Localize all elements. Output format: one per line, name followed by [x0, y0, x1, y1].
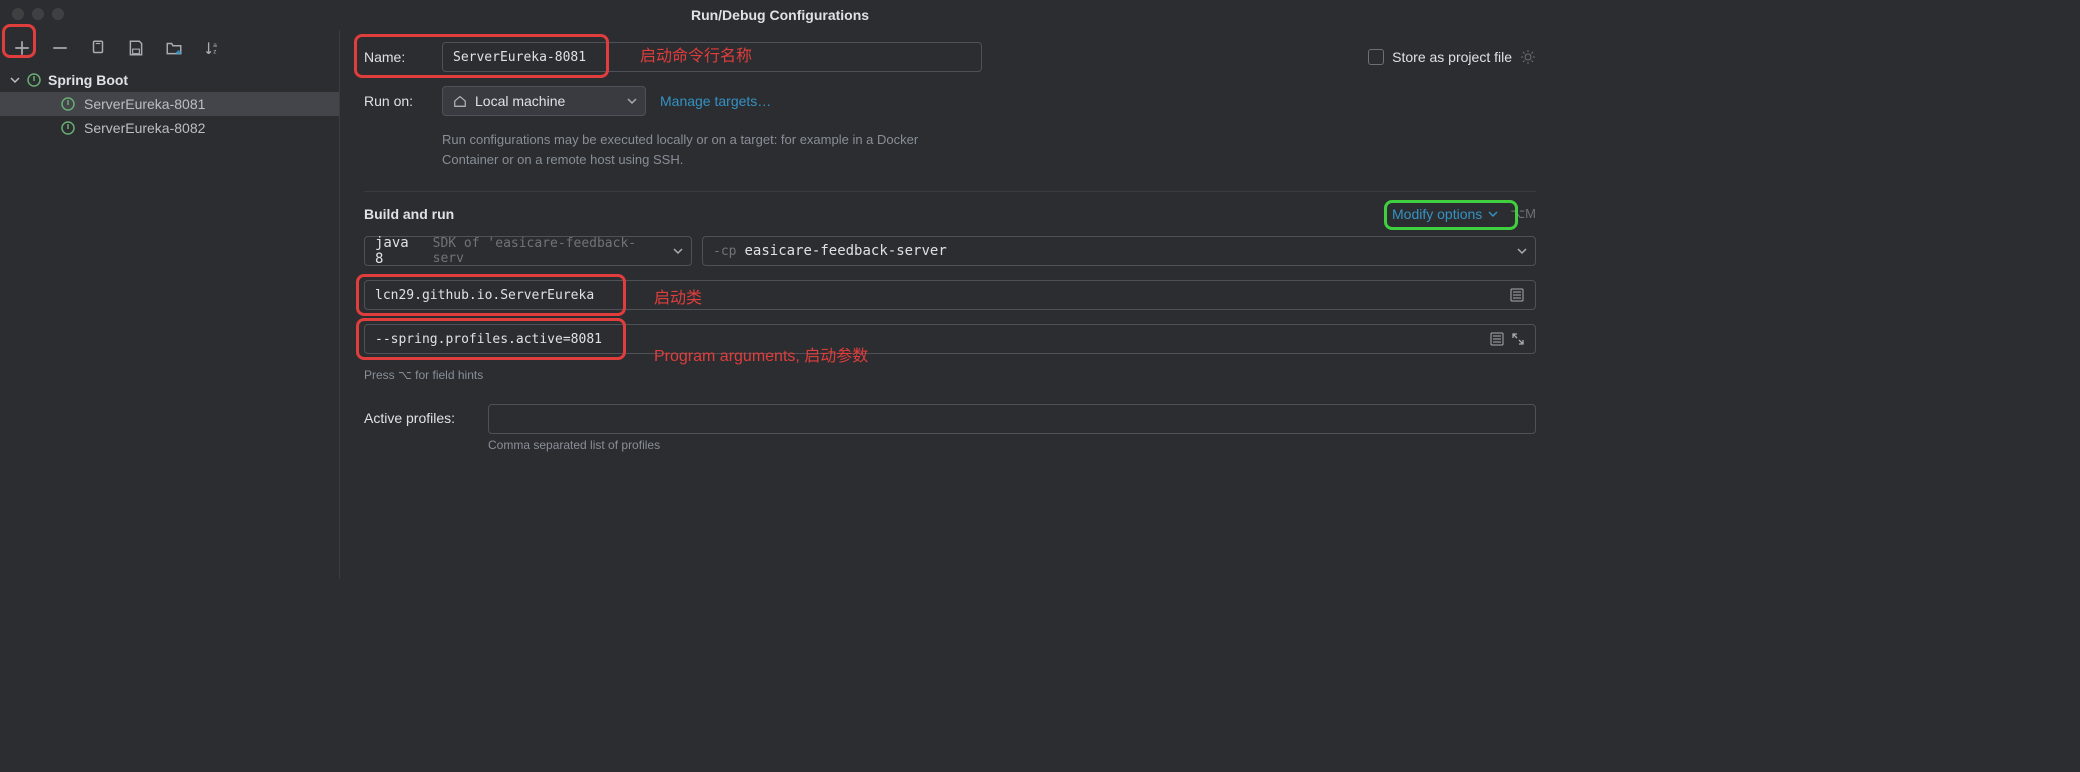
expand-icon[interactable]: [1511, 332, 1525, 346]
store-as-checkbox[interactable]: [1368, 49, 1384, 65]
new-folder-button[interactable]: [162, 36, 186, 60]
jdk-classpath-row: java 8 SDK of 'easicare-feedback-serv -c…: [364, 236, 1536, 266]
spring-boot-icon: [26, 72, 42, 88]
plus-icon: [13, 39, 31, 57]
sidebar-toolbar: az: [0, 30, 339, 66]
program-args-row: Program arguments, 启动参数: [364, 324, 1536, 354]
config-tree: Spring Boot ServerEureka-8081 ServerEure…: [0, 66, 339, 142]
build-run-header: Build and run Modify options ⌥M: [364, 206, 1536, 222]
list-icon[interactable]: [1509, 287, 1525, 303]
spring-boot-icon: [60, 120, 76, 136]
chevron-down-icon: [627, 96, 637, 106]
content-body: az Spring Boot ServerEureka-80: [0, 30, 1560, 579]
chevron-down-icon: [1517, 246, 1527, 256]
run-on-dropdown[interactable]: Local machine: [442, 86, 646, 116]
run-on-hint: Run configurations may be executed local…: [442, 130, 962, 169]
active-profiles-label: Active profiles:: [364, 404, 474, 426]
jdk-dropdown[interactable]: java 8 SDK of 'easicare-feedback-serv: [364, 236, 692, 266]
store-as-label: Store as project file: [1392, 49, 1512, 65]
sidebar: az Spring Boot ServerEureka-80: [0, 30, 340, 579]
modify-options-shortcut: ⌥M: [1510, 206, 1536, 222]
main-class-field-wrapper: [364, 280, 1536, 310]
jdk-value: java 8: [375, 235, 425, 267]
field-hint: Press ⌥ for field hints: [364, 368, 1536, 382]
close-window-button[interactable]: [12, 8, 24, 20]
save-icon: [127, 39, 145, 57]
tree-item-servereureka-8081[interactable]: ServerEureka-8081: [0, 92, 339, 116]
window-title: Run/Debug Configurations: [691, 7, 869, 23]
tree-item-label: ServerEureka-8081: [84, 96, 205, 112]
spring-boot-icon: [60, 96, 76, 112]
main-class-row: 启动类: [364, 280, 1536, 310]
copy-icon: [89, 39, 107, 57]
chevron-down-icon: [1488, 209, 1498, 219]
divider: [364, 191, 1536, 192]
tree-item-servereureka-8082[interactable]: ServerEureka-8082: [0, 116, 339, 140]
manage-targets-link[interactable]: Manage targets…: [660, 93, 771, 109]
modify-options-area: Modify options ⌥M: [1392, 206, 1536, 222]
active-profiles-hint: Comma separated list of profiles: [488, 438, 1536, 452]
titlebar: Run/Debug Configurations: [0, 0, 1560, 30]
cp-prefix: -cp: [713, 244, 736, 259]
maximize-window-button[interactable]: [52, 8, 64, 20]
remove-config-button[interactable]: [48, 36, 72, 60]
build-run-title: Build and run: [364, 206, 454, 222]
name-row: Name: Store as project file 启动命令行名称: [364, 42, 1536, 72]
active-profiles-col: Comma separated list of profiles: [488, 404, 1536, 452]
active-profiles-input[interactable]: [488, 404, 1536, 434]
tree-group-spring-boot[interactable]: Spring Boot: [0, 68, 339, 92]
gear-icon[interactable]: [1520, 49, 1536, 65]
run-on-value: Local machine: [475, 93, 565, 109]
run-on-row: Run on: Local machine Manage targets…: [364, 86, 1536, 116]
run-on-label: Run on:: [364, 93, 428, 109]
chevron-down-icon: [10, 75, 20, 85]
sort-icon: az: [203, 39, 221, 57]
copy-config-button[interactable]: [86, 36, 110, 60]
jdk-hint: SDK of 'easicare-feedback-serv: [433, 236, 663, 266]
active-profiles-row: Active profiles: Comma separated list of…: [364, 404, 1536, 452]
minimize-window-button[interactable]: [32, 8, 44, 20]
cp-value: easicare-feedback-server: [744, 243, 946, 259]
home-icon: [453, 94, 467, 108]
chevron-down-icon: [673, 246, 683, 256]
window-controls: [12, 8, 64, 20]
main-class-input[interactable]: [375, 288, 1503, 303]
sort-button[interactable]: az: [200, 36, 224, 60]
name-label: Name:: [364, 49, 428, 65]
save-config-button[interactable]: [124, 36, 148, 60]
minus-icon: [51, 39, 69, 57]
store-as-project-file: Store as project file: [1368, 49, 1536, 65]
add-config-button[interactable]: [10, 36, 34, 60]
config-form: Name: Store as project file 启动命令行名称 Run …: [340, 30, 1560, 579]
program-args-field-wrapper: [364, 324, 1536, 354]
name-input[interactable]: [442, 42, 982, 72]
list-icon[interactable]: [1489, 331, 1505, 347]
tree-group-label: Spring Boot: [48, 72, 128, 88]
run-debug-config-window: Run/Debug Configurations: [0, 0, 1560, 579]
tree-item-label: ServerEureka-8082: [84, 120, 205, 136]
program-args-input[interactable]: [375, 332, 1483, 347]
classpath-dropdown[interactable]: -cp easicare-feedback-server: [702, 236, 1536, 266]
folder-plus-icon: [165, 39, 183, 57]
modify-options-link[interactable]: Modify options: [1392, 206, 1498, 222]
svg-text:z: z: [213, 49, 217, 56]
